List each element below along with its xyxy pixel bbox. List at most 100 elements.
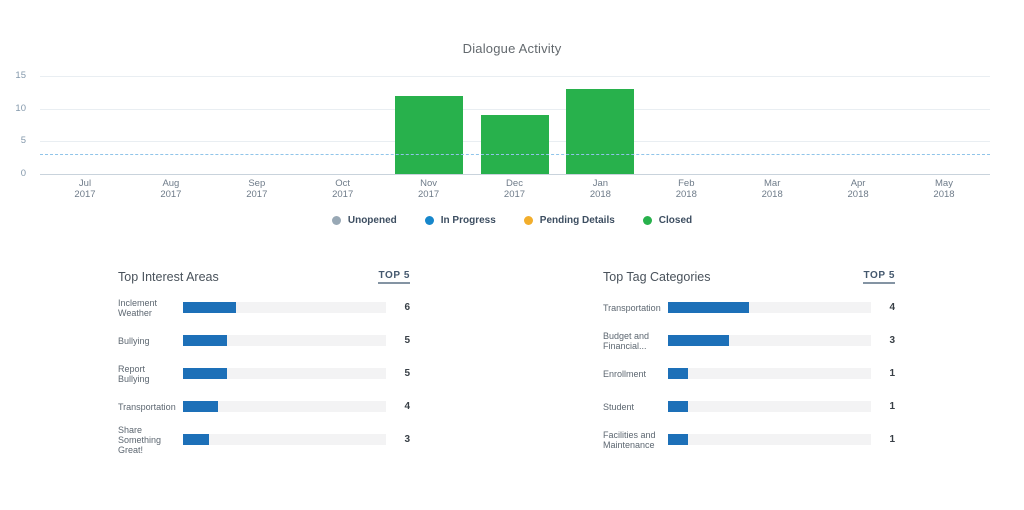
hbar-label: Facilities and Maintenance [603,430,661,450]
y-tick-15: 15 [0,70,26,81]
legend-item-pending-details[interactable]: Pending Details [524,215,615,226]
gridline-0 [40,174,990,175]
top-interest-areas-rows: Inclement Weather6Bullying5Report Bullyi… [118,291,410,456]
hbar-value: 3 [880,335,895,346]
x-label-month: Dec [480,178,550,189]
activity-x-axis: Jul2017Aug2017Sep2017Oct2017Nov2017Dec20… [40,178,990,204]
activity-bar-Jan-2018-closed[interactable] [566,89,634,174]
legend-item-in-progress[interactable]: In Progress [425,215,496,226]
activity-chart-title: Dialogue Activity [0,41,1024,56]
x-label-month: Feb [651,178,721,189]
top-tag-categories-title: Top Tag Categories [603,270,710,284]
x-label-Dec-2017: Dec2017 [480,178,550,200]
x-label-year: 2017 [222,189,292,200]
legend-label: In Progress [441,215,496,226]
x-label-year: 2018 [737,189,807,200]
hbar-fill [183,434,209,445]
hbar-row-budget-and-financial: Budget and Financial... 3 [603,324,895,357]
activity-legend: Unopened In Progress Pending Details Closed [0,215,1024,226]
x-label-month: Sep [222,178,292,189]
x-label-Jan-2018: Jan2018 [565,178,635,200]
hbar-track [668,302,871,313]
hbar-row-bullying: Bullying 5 [118,324,410,357]
hbar-value: 1 [880,368,895,379]
x-label-Apr-2018: Apr2018 [823,178,893,200]
hbar-value: 4 [395,401,410,412]
legend-item-closed[interactable]: Closed [643,215,692,226]
x-label-Oct-2017: Oct2017 [308,178,378,200]
legend-label: Closed [659,215,692,226]
panel-header: Top Interest Areas TOP 5 [118,263,410,284]
hbar-fill [183,335,227,346]
top-interest-areas-panel: Top Interest Areas TOP 5 Inclement Weath… [118,263,410,456]
x-label-month: Apr [823,178,893,189]
x-label-Jul-2017: Jul2017 [50,178,120,200]
activity-plot [40,76,990,174]
hbar-track [668,434,871,445]
x-label-year: 2017 [394,189,464,200]
activity-bar-Nov-2017-closed[interactable] [395,96,463,174]
hbar-value: 1 [880,434,895,445]
hbar-label: Bullying [118,336,176,346]
hbar-label: Report Bullying [118,364,176,384]
x-label-year: 2017 [480,189,550,200]
hbar-track [183,401,386,412]
pending-details-dot-icon [524,216,533,225]
hbar-fill [183,401,218,412]
x-label-year: 2018 [823,189,893,200]
legend-label: Pending Details [540,215,615,226]
hbar-track [183,335,386,346]
dashboard: Dialogue Activity 051015 Jul2017Aug2017S… [0,0,1024,510]
top-tag-categories-top5-link[interactable]: TOP 5 [863,270,895,284]
x-label-year: 2017 [50,189,120,200]
y-tick-10: 10 [0,103,26,114]
top-tag-categories-rows: Transportation 4 Budget and Financial... 3 E… [603,291,895,456]
hbar-track [668,335,871,346]
legend-label: Unopened [348,215,397,226]
hbar-value: 5 [395,335,410,346]
hbar-row-transportation: Transportation 4 [118,390,410,423]
hbar-label: Student [603,402,661,412]
hbar-row-inclement-weather: Inclement Weather 6 [118,291,410,324]
x-label-Feb-2018: Feb2018 [651,178,721,200]
x-label-May-2018: May2018 [909,178,979,200]
hbar-label: Inclement Weather [118,298,176,318]
hbar-track [668,401,871,412]
hbar-label: Enrollment [603,369,661,379]
y-tick-0: 0 [0,168,26,179]
hbar-value: 1 [880,401,895,412]
x-label-Aug-2017: Aug2017 [136,178,206,200]
x-label-Sep-2017: Sep2017 [222,178,292,200]
gridline-15 [40,76,990,77]
hbar-track [183,434,386,445]
gridline-10 [40,109,990,110]
hbar-label: Transportation [603,303,661,313]
x-label-month: Oct [308,178,378,189]
x-label-month: Jul [50,178,120,189]
hbar-value: 4 [880,302,895,313]
closed-dot-icon [643,216,652,225]
top-interest-areas-top5-link[interactable]: TOP 5 [378,270,410,284]
hbar-label: Budget and Financial... [603,331,661,351]
x-label-month: Jan [565,178,635,189]
hbar-row-transportation: Transportation 4 [603,291,895,324]
hbar-row-report-bullying: Report Bullying 5 [118,357,410,390]
x-label-month: Aug [136,178,206,189]
hbar-fill [668,335,729,346]
hbar-track [668,368,871,379]
hbar-fill [668,434,688,445]
hbar-row-student: Student 1 [603,390,895,423]
hbar-row-share-something-great: Share Something Great!3 [118,423,410,456]
hbar-value: 5 [395,368,410,379]
hbar-track [183,368,386,379]
top-interest-areas-title: Top Interest Areas [118,270,219,284]
legend-item-unopened[interactable]: Unopened [332,215,397,226]
activity-y-axis: 051015 [0,0,30,210]
hbar-value: 3 [395,434,410,445]
average-line [40,154,990,155]
hbar-fill [668,368,688,379]
activity-bar-Dec-2017-closed[interactable] [481,115,549,174]
hbar-value: 6 [395,302,410,313]
hbar-row-enrollment: Enrollment 1 [603,357,895,390]
hbar-label: Transportation [118,402,176,412]
